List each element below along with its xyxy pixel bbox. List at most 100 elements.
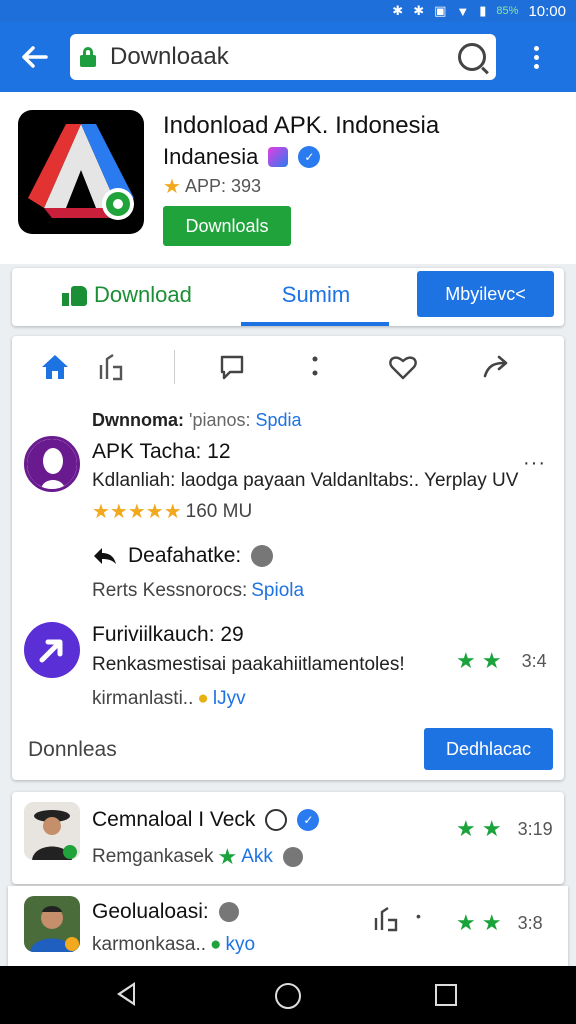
star-icon: ★ xyxy=(163,176,181,198)
meta-value: 'pianos: xyxy=(189,410,251,430)
share-icon[interactable] xyxy=(94,350,128,384)
item-subline: kirmanlasti.. ● lJyv xyxy=(92,688,246,710)
app-rating: ★ APP: 393 xyxy=(163,174,261,199)
nav-recents-icon[interactable] xyxy=(435,984,457,1006)
item-subline: Rerts Kessnorocs: Spiola xyxy=(92,580,304,602)
list-item-subline: karmonkasa.. ● kyo xyxy=(92,934,255,956)
chat-icon: ● xyxy=(210,934,222,955)
bluetooth-icon: ✱ xyxy=(392,3,404,18)
card-footer-label: Donnleas xyxy=(28,738,117,761)
tab-summary[interactable]: Sumim xyxy=(242,282,390,308)
url-bar[interactable]: Downloaak xyxy=(70,34,496,80)
comment-icon[interactable] xyxy=(215,350,249,384)
app-rating-label: APP: 393 xyxy=(184,176,261,196)
list-item-title-row: Geolualoasi: xyxy=(92,900,239,924)
avatar xyxy=(24,436,80,492)
tab-download-label: Download xyxy=(94,282,192,307)
info-icon xyxy=(251,545,274,567)
action-row xyxy=(12,336,564,400)
item-description: Kdlanliah: laodga payaan Valdanltabs:. Y… xyxy=(92,470,519,491)
item-sub-link[interactable]: lJyv xyxy=(213,688,246,710)
battery-level: 85% xyxy=(496,5,519,17)
vibrate-icon: ▣ xyxy=(434,3,447,18)
info-icon xyxy=(282,847,303,867)
share-icon[interactable] xyxy=(372,906,400,937)
tab-indicator xyxy=(241,322,389,326)
verified-badge-icon: ✓ xyxy=(298,146,321,168)
star-icon: ★ ★ xyxy=(456,816,502,841)
list-item-sub: karmonkasa.. xyxy=(92,934,207,955)
item-size: 160 MU xyxy=(185,500,253,522)
browser-toolbar: Downloaak xyxy=(0,22,576,92)
tab-download[interactable]: Download xyxy=(62,282,192,308)
list-item-rating: ★ ★ 3:19 xyxy=(456,816,553,842)
more-icon[interactable] xyxy=(298,350,332,384)
url-text[interactable]: Downloaak xyxy=(110,43,458,71)
app-subtitle-text: Indanesia xyxy=(163,144,259,169)
status-bar: ✱ ✱ ▣ ▼ ▮ 85% 10:00 xyxy=(0,0,576,22)
divider xyxy=(174,350,175,384)
tab-bar: Download Sumim Mbyilevc< xyxy=(12,268,564,326)
meta-link[interactable]: Spdia xyxy=(256,410,302,430)
list-item-title: Geolualoasi: xyxy=(92,900,209,923)
item-title: Deafahatke: xyxy=(128,544,242,567)
star-icon: ★ ★ xyxy=(456,910,502,935)
verified-badge-icon: ✓ xyxy=(297,809,320,831)
app-name: Indonload APK. Indonesia xyxy=(163,112,440,139)
list-item-rating: ★ ★ 3:8 xyxy=(456,910,543,936)
at-icon xyxy=(265,809,288,831)
list-item[interactable]: Geolualoasi: karmonkasa.. ● kyo • ★ ★ 3:… xyxy=(8,886,568,966)
item-rating: ★★★★★ 160 MU xyxy=(92,499,252,524)
meta-line: Dwnnoma: 'pianos: Spdia xyxy=(92,410,302,431)
list-item-title: Cemnaloal I Veck xyxy=(92,808,256,831)
list-item-rating-value: 3:8 xyxy=(517,912,543,933)
forward-icon[interactable] xyxy=(480,350,514,384)
list-item-sub: Remgankasek xyxy=(92,846,214,867)
action-button[interactable]: Mbyilevc< xyxy=(417,271,554,317)
thumbs-up-icon xyxy=(62,284,88,306)
details-card: Dwnnoma: 'pianos: Spdia APK Tacha: 12 Kd… xyxy=(12,336,564,780)
search-icon[interactable] xyxy=(458,43,486,71)
item-sub-label: Rerts Kessnorocs: xyxy=(92,580,248,601)
item-title: APK Tacha: 12 xyxy=(92,440,231,463)
back-arrow-icon[interactable] xyxy=(0,22,70,92)
nfc-icon: ✱ xyxy=(413,3,425,18)
more-icon[interactable]: • xyxy=(416,908,421,924)
item-description: Renkasmestisai paakahiitlamentoles! xyxy=(92,654,405,675)
install-button[interactable]: Downloals xyxy=(163,206,291,246)
app-header: Indonload APK. Indonesia Indanesia ✓ ★ A… xyxy=(0,92,576,264)
list-item[interactable]: Cemnaloal I Veck ✓ Remgankasek ★ Akk ★ ★… xyxy=(12,792,564,884)
avatar xyxy=(24,802,80,860)
card-footer-button[interactable]: Dedhlacac xyxy=(424,728,553,770)
item-sub-link[interactable]: Spiola xyxy=(251,580,304,602)
app-logo xyxy=(18,110,144,234)
avatar xyxy=(24,896,80,952)
item-title-row: Deafahatke: xyxy=(92,544,274,568)
item-title: Furiviilkauch: 29 xyxy=(92,623,244,646)
star-icon: ★★★★★ xyxy=(92,501,182,523)
heart-icon[interactable] xyxy=(386,350,420,384)
star-icon: ★ ★ xyxy=(456,648,502,673)
item-rating-value: 3:4 xyxy=(521,650,547,671)
wifi-icon: ▼ xyxy=(456,3,470,19)
nav-back-icon[interactable] xyxy=(117,982,135,1006)
list-item-sub-link[interactable]: Akk xyxy=(241,846,273,868)
item-rating: ★ ★ 3:4 xyxy=(456,648,547,674)
app-subtitle: Indanesia ✓ xyxy=(163,144,321,170)
home-icon[interactable] xyxy=(38,350,72,384)
reply-icon xyxy=(94,548,116,564)
info-icon xyxy=(218,902,239,922)
lock-icon xyxy=(80,47,96,67)
list-item-sub-link[interactable]: kyo xyxy=(226,934,256,956)
avatar xyxy=(24,622,80,678)
overflow-menu[interactable]: ··· xyxy=(523,452,546,475)
more-vert-icon[interactable] xyxy=(496,45,576,69)
star-icon: ★ xyxy=(217,844,238,869)
battery-icon: ▮ xyxy=(479,3,487,18)
category-badge-icon xyxy=(268,147,289,167)
item-sub-label: kirmanlasti.. xyxy=(92,688,194,709)
system-nav-bar xyxy=(0,966,576,1024)
chat-icon: ● xyxy=(197,688,209,709)
nav-home-icon[interactable] xyxy=(275,983,301,1009)
list-item-rating-value: 3:19 xyxy=(517,818,553,839)
